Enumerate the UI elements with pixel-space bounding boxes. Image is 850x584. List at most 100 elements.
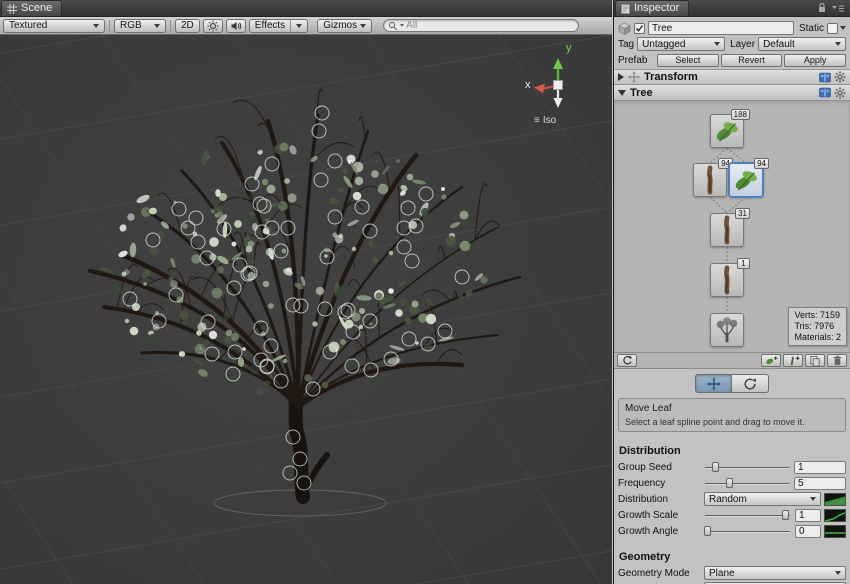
- distribution-heading: Distribution: [619, 445, 845, 457]
- distribution-curve-preview[interactable]: [824, 493, 846, 506]
- verts-stat: Verts: 7159: [794, 310, 841, 321]
- scene-viewport[interactable]: y x ≡ Iso: [0, 35, 612, 584]
- refresh-button[interactable]: [617, 354, 637, 367]
- gameobject-name-field[interactable]: [648, 21, 794, 35]
- rotate-leaf-tool-button[interactable]: [732, 374, 769, 393]
- help-book-icon[interactable]: [819, 72, 831, 83]
- frequency-value-field[interactable]: 5: [794, 477, 846, 490]
- geometry-mode-dropdown[interactable]: Plane: [704, 566, 846, 580]
- render-channel-dropdown[interactable]: RGB: [114, 19, 166, 33]
- slider-thumb[interactable]: [712, 462, 719, 472]
- delete-button[interactable]: [827, 354, 847, 367]
- help-book-icon[interactable]: [819, 87, 831, 98]
- layer-value: Default: [763, 39, 795, 50]
- tab-scene[interactable]: Scene: [1, 0, 62, 16]
- gameobject-header-row: Static: [618, 21, 846, 35]
- prefab-select-button[interactable]: Select: [657, 54, 719, 67]
- slider-thumb[interactable]: [782, 510, 789, 520]
- lock-icon[interactable]: [817, 2, 827, 14]
- tab-inspector[interactable]: Inspector: [615, 0, 689, 16]
- layer-dropdown[interactable]: Default: [758, 37, 846, 51]
- tag-value: Untagged: [642, 39, 685, 50]
- duplicate-button[interactable]: [805, 354, 825, 367]
- tree-hierarchy-canvas[interactable]: 188 94 94: [614, 101, 850, 353]
- leaf-group-icon: [731, 165, 761, 195]
- render-mode-dropdown[interactable]: Textured: [3, 19, 105, 33]
- static-checkbox[interactable]: [827, 23, 838, 34]
- slider-thumb[interactable]: [704, 526, 711, 536]
- inspector-icon: [621, 4, 630, 14]
- chevron-down-icon: [360, 24, 366, 28]
- tree-node-branch-group-lower[interactable]: 31: [710, 213, 744, 247]
- growth-scale-row: Growth Scale 1: [618, 508, 846, 522]
- move-leaf-tool-button[interactable]: [695, 374, 732, 393]
- leaf-tool-buttons: [614, 374, 850, 393]
- group-seed-slider[interactable]: [704, 461, 790, 474]
- render-mode-label: Textured: [9, 20, 47, 31]
- frequency-slider[interactable]: [704, 477, 790, 490]
- growth-scale-value-field[interactable]: 1: [795, 509, 821, 522]
- branch-group-icon: [712, 265, 742, 295]
- group-seed-value-field[interactable]: 1: [794, 461, 846, 474]
- prefab-apply-button[interactable]: Apply: [784, 54, 846, 67]
- growth-scale-curve-preview[interactable]: [824, 509, 846, 522]
- axis-arrows-icon[interactable]: [526, 55, 590, 113]
- effects-dropdown[interactable]: Effects: [249, 19, 308, 33]
- foldout-collapsed-icon[interactable]: [618, 73, 624, 81]
- chevron-down-icon: [714, 42, 720, 46]
- tab-menu-icon[interactable]: [831, 3, 845, 14]
- tag-dropdown[interactable]: Untagged: [637, 37, 725, 51]
- tool-help-box: Move Leaf Select a leaf spline point and…: [618, 398, 846, 432]
- scene-render: [0, 35, 612, 584]
- add-branch-icon: [787, 355, 800, 366]
- sun-icon: [207, 20, 219, 32]
- trash-icon: [832, 355, 843, 366]
- orientation-gizmo[interactable]: y x ≡ Iso: [526, 43, 590, 139]
- slider-thumb[interactable]: [726, 478, 733, 488]
- transform-component-header[interactable]: Transform: [614, 69, 850, 85]
- effects-label: Effects: [255, 20, 285, 31]
- tree-component-title: Tree: [630, 87, 653, 99]
- growth-angle-value-field[interactable]: 0: [795, 525, 821, 538]
- search-scope-arrow-icon[interactable]: [400, 24, 404, 27]
- tree-node-leaf-group-selected[interactable]: 94: [729, 163, 763, 197]
- growth-angle-curve-preview[interactable]: [824, 525, 846, 538]
- tree-node-branch-group-mid[interactable]: 94: [693, 163, 727, 197]
- projection-toggle[interactable]: ≡ Iso: [534, 115, 556, 126]
- add-branch-group-button[interactable]: [783, 354, 803, 367]
- tree-node-leaf-group-top[interactable]: 188: [710, 114, 744, 148]
- tool-help-body: Select a leaf spline point and drag to m…: [625, 417, 839, 427]
- toggle-2d-button[interactable]: 2D: [175, 19, 200, 33]
- tree-node-root[interactable]: [710, 313, 744, 347]
- render-channel-label: RGB: [120, 20, 142, 31]
- layer-label: Layer: [730, 39, 755, 50]
- add-leaf-group-button[interactable]: [761, 354, 781, 367]
- scene-lighting-button[interactable]: [203, 19, 223, 33]
- growth-scale-slider[interactable]: [704, 509, 791, 522]
- chevron-down-icon: [154, 24, 160, 28]
- static-options-arrow-icon[interactable]: [840, 26, 846, 30]
- transform-title: Transform: [644, 71, 698, 83]
- frequency-label: Frequency: [618, 478, 704, 489]
- transform-icon: [628, 71, 640, 83]
- geometry-mode-row: Geometry Mode Plane: [618, 566, 846, 580]
- prefab-revert-button[interactable]: Revert: [721, 54, 783, 67]
- node-count-badge: 188: [731, 109, 750, 120]
- growth-angle-slider[interactable]: [704, 525, 791, 538]
- gear-icon[interactable]: [834, 71, 846, 83]
- axis-y-label: y: [566, 42, 572, 54]
- foldout-expanded-icon[interactable]: [618, 90, 626, 96]
- static-label: Static: [799, 23, 824, 34]
- gizmos-dropdown[interactable]: Gizmos: [317, 19, 372, 33]
- scene-audio-button[interactable]: [226, 19, 246, 33]
- scene-search-field[interactable]: All: [383, 19, 579, 32]
- gear-icon[interactable]: [834, 87, 846, 99]
- inspector-panel: Inspector: [613, 0, 850, 584]
- tree-node-branch-group-base[interactable]: 1: [710, 263, 744, 297]
- tree-component-header[interactable]: Tree: [614, 85, 850, 101]
- distribution-value: Random: [709, 494, 747, 505]
- active-checkbox[interactable]: [634, 23, 645, 34]
- duplicate-icon: [809, 355, 821, 367]
- scene-tabstrip: Scene: [0, 0, 612, 17]
- distribution-dropdown[interactable]: Random: [704, 492, 821, 506]
